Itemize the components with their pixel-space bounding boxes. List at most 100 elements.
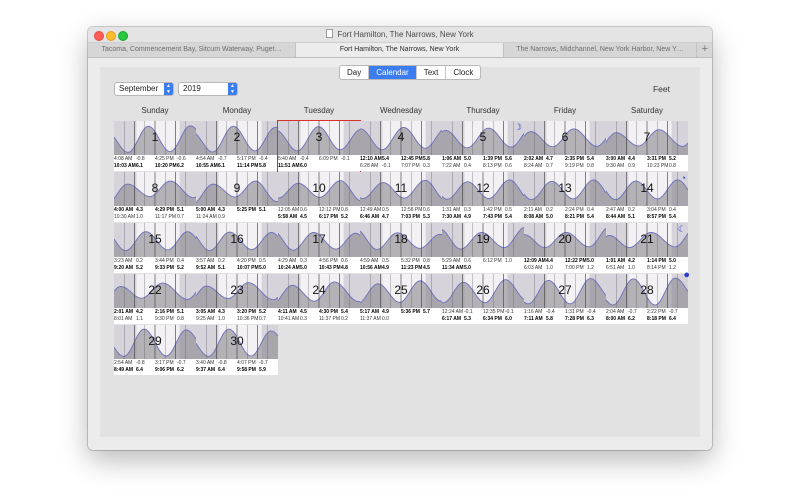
tide-height: 0.4 — [669, 207, 676, 213]
tide-height: 4.9 — [464, 214, 471, 220]
day-cell-14[interactable]: 14 ◔ 2:47 AM 0.2 3:04 PM 0.4 8:44 AM 5.1 8:57 PM… — [606, 172, 688, 222]
day-cell-27[interactable]: 27 1:16 AM -0.4 1:31 PM -0.4 7:11 AM 5.8 7:28 P… — [524, 274, 606, 324]
view-day-button[interactable]: Day — [340, 66, 370, 79]
tab-fort-hamilton[interactable]: Fort Hamilton, The Narrows, New York — [296, 43, 504, 57]
document-icon — [326, 29, 334, 38]
tide-height: -0.7 — [669, 309, 678, 315]
tide-time: 3:00 AM — [606, 156, 625, 162]
tide-height: 4.5 — [300, 214, 307, 220]
day-cell-24[interactable]: 24 4:11 AM 4.5 4:30 PM 5.4 10:41 AM 0.3 11:37 P… — [278, 274, 360, 324]
tide-time: 10:36 PM — [237, 316, 259, 322]
tide-time: 3:17 PM — [155, 360, 174, 366]
tide-time: 9:25 AM — [196, 316, 215, 322]
tide-table: 4:00 AM 4.3 4:29 PM 5.1 10:30 AM 1.0 11:17 PM 0… — [114, 207, 196, 221]
day-cell-12[interactable]: 12 1:31 AM 0.3 1:42 PM 0.5 7:30 AM 4.9 7:43 PM 5… — [442, 172, 524, 222]
day-cell-6[interactable]: 6 2:02 AM 4.7 2:35 PM 5.4 8:24 AM 0.7 9:19 PM 0.… — [524, 121, 606, 171]
tide-height: 6.0 — [300, 163, 307, 169]
day-cell-8[interactable]: 8 4:00 AM 4.3 4:29 PM 5.1 10:30 AM 1.0 11:17 PM… — [114, 172, 196, 222]
low-tide-row: 6:28 AM -0.1 7:07 PM 0.3 — [360, 163, 442, 170]
day-cell-11[interactable]: 11 12:49 AM 0.5 12:58 PM 0.6 6:46 AM 4.7 7:03 P… — [360, 172, 442, 222]
tide-height: 0.2 — [628, 207, 635, 213]
day-cell-25[interactable]: 25 5:17 AM 4.9 5:36 PM 5.7 11:37 AM 0.0 — [360, 274, 442, 324]
tide-time: 4:29 PM — [155, 207, 174, 213]
day-cell-28[interactable]: 28 ● 2:04 AM -0.7 2:22 PM -0.7 8:00 AM 6.2 8:18 … — [606, 269, 690, 324]
day-cell-9[interactable]: 9 5:00 AM 4.3 5:25 PM 5.1 11:24 AM 0.9 — [196, 172, 278, 222]
day-cell-2[interactable]: 2 4:54 AM -0.7 5:17 PM -0.4 10:55 AM 6.1 11:14 … — [196, 121, 278, 171]
day-cell-20[interactable]: 20 12:09 AM 4.4 12:22 PM 5.0 6:03 AM 1.0 7:00 P… — [524, 223, 606, 273]
day-cell-26[interactable]: 26 12:24 AM -0.1 12:35 PM -0.1 6:17 AM 5.3 6:34… — [442, 274, 524, 324]
day-cell-19[interactable]: 19 5:29 AM 0.6 6:12 PM 1.0 11:34 AM 5.0 — [442, 223, 524, 273]
day-cell-22[interactable]: 22 2:01 AM 4.2 2:16 PM 5.1 8:01 AM 1.1 9:30 PM 0… — [114, 274, 196, 324]
day-cell-16[interactable]: 16 3:57 AM 0.2 4:20 PM 0.5 9:52 AM 5.1 10:07 PM… — [196, 223, 278, 273]
tide-height: 0.8 — [669, 163, 676, 169]
day-cell-17[interactable]: 17 4:29 AM 0.3 4:56 PM 0.6 10:24 AM 5.0 10:43 P… — [278, 223, 360, 273]
low-tide-row: 8:24 AM 0.7 9:19 PM 0.8 — [524, 163, 606, 170]
tide-time — [483, 265, 505, 272]
tide-height: 5.1 — [177, 309, 184, 315]
tide-time: 3:04 PM — [647, 207, 666, 213]
tide-table: 2:54 AM -0.8 3:17 PM -0.7 8:49 AM 6.4 9:06 PM 6… — [114, 360, 196, 374]
day-cell-4[interactable]: 4 12:10 AM 5.4 12:45 PM 5.8 6:28 AM -0.1 7:07 P… — [360, 121, 442, 171]
tide-height: 6.4 — [218, 367, 225, 373]
low-tide-row: 4:54 AM -0.7 5:17 PM -0.4 — [196, 156, 278, 163]
tide-time: 8:57 PM — [647, 214, 666, 220]
tide-time: 5:36 PM — [401, 309, 420, 315]
tab-the-narrows[interactable]: The Narrows, Midchannel, New York Harbor… — [504, 43, 697, 57]
day-cell-18[interactable]: 18 4:59 AM 0.5 5:32 PM 0.8 10:56 AM 4.9 11:23 P… — [360, 223, 442, 273]
tide-height: 0.7 — [259, 316, 266, 322]
tide-time: 4:29 AM — [278, 258, 297, 264]
tide-height: -0.4 — [300, 156, 309, 162]
day-cell-5[interactable]: 5 ☽ 1:06 AM 5.0 1:39 PM 5.6 7:22 AM 0.4 8:13 PM 0… — [442, 121, 524, 171]
year-select[interactable]: 2019 ▲ ▼ — [178, 82, 238, 96]
tide-time: 8:21 PM — [565, 214, 584, 220]
day-cell-21[interactable]: 21 ☾ 1:01 AM 4.2 1:14 PM 5.0 6:51 AM 1.0 8:14 PM… — [606, 223, 688, 273]
moon-phase-icon: ◔ — [680, 173, 686, 183]
day-number: 6 — [561, 130, 569, 144]
tide-time: 1:14 PM — [647, 258, 666, 264]
view-mode-control: Day Calendar Text Clock — [339, 65, 482, 80]
high-tide-row: 2:02 AM 4.7 2:35 PM 5.4 — [524, 156, 606, 163]
tide-time: 1:16 AM — [524, 309, 543, 315]
tide-height: 6.1 — [218, 163, 225, 169]
tide-time: 11:34 AM — [442, 265, 464, 271]
day-number: 10 — [312, 181, 326, 195]
high-tide-row: 4:11 AM 4.5 4:30 PM 5.4 — [278, 309, 360, 316]
low-tide-row: 2:04 AM -0.7 2:22 PM -0.7 — [606, 309, 688, 316]
day-cell-3[interactable]: 3 5:40 AM -0.4 6:09 PM -0.1 11:51 AM 6.0 — [278, 121, 360, 171]
tide-time: 9:30 AM — [606, 163, 625, 169]
tide-time: 9:06 PM — [155, 367, 174, 373]
tide-table: 4:59 AM 0.5 5:32 PM 0.8 10:56 AM 4.9 11:23 PM 4… — [360, 258, 442, 272]
day-cell-15[interactable]: 15 3:23 AM 0.2 3:44 PM 0.4 9:20 AM 5.2 9:33 PM 5… — [114, 223, 196, 273]
weekday-monday: Monday — [222, 106, 252, 115]
day-cell-10[interactable]: 10 12:05 AM 0.6 12:12 PM 0.8 5:58 AM 4.5 6:17 P… — [278, 172, 360, 222]
tide-time: 4:56 PM — [319, 258, 338, 264]
tide-table: 3:23 AM 0.2 3:44 PM 0.4 9:20 AM 5.2 9:33 PM 5.2 — [114, 258, 196, 272]
day-number: 11 — [394, 181, 408, 195]
month-select[interactable]: September ▲ ▼ — [114, 82, 174, 96]
tab-tacoma[interactable]: Tacoma, Commencement Bay, Sitcum Waterwa… — [88, 43, 296, 57]
day-cell-7[interactable]: 7 3:00 AM 4.4 3:31 PM 5.2 9:30 AM 0.9 10:23 PM 0… — [606, 121, 688, 171]
view-text-button[interactable]: Text — [417, 66, 447, 79]
weekday-sunday: Sunday — [141, 106, 169, 115]
day-cell-29[interactable]: 29 2:54 AM -0.8 3:17 PM -0.7 8:49 AM 6.4 9:06 P… — [114, 325, 196, 375]
tide-height: 0.2 — [546, 207, 553, 213]
view-calendar-button[interactable]: Calendar — [369, 66, 417, 79]
tide-time: 6:12 PM — [483, 258, 502, 264]
tide-height: -0.6 — [177, 156, 186, 162]
window-title: Fort Hamilton, The Narrows, New York — [88, 29, 712, 39]
tide-time: 5:25 PM — [237, 207, 256, 213]
high-tide-row: 10:55 AM 6.1 11:14 PM 5.8 — [196, 163, 278, 170]
moon-phase-icon: ● — [683, 269, 690, 281]
tide-time: 4:30 PM — [319, 309, 338, 315]
day-cell-1[interactable]: 1 4:08 AM -0.8 4:25 PM -0.6 10:03 AM 6.1 10:20 … — [114, 121, 196, 171]
stepper-arrows-icon: ▲ ▼ — [164, 83, 173, 95]
tide-table: 5:29 AM 0.6 6:12 PM 1.0 11:34 AM 5.0 — [442, 258, 524, 272]
add-tab-button[interactable]: + — [702, 43, 708, 57]
day-cell-23[interactable]: 23 3:05 AM 4.3 3:20 PM 5.2 9:25 AM 1.0 10:36 PM… — [196, 274, 278, 324]
tide-table: 2:01 AM 4.2 2:16 PM 5.1 8:01 AM 1.1 9:30 PM 0.8 — [114, 309, 196, 323]
day-cell-30[interactable]: 30 3:40 AM -0.8 4:07 PM -0.7 9:37 AM 6.4 9:58 P… — [196, 325, 278, 375]
day-cell-13[interactable]: 13 2:11 AM 0.2 2:24 PM 0.4 8:08 AM 5.0 8:21 PM 5… — [524, 172, 606, 222]
tide-time: 12:35 PM — [483, 309, 505, 315]
view-clock-button[interactable]: Clock — [446, 66, 480, 79]
tide-height: 4.7 — [382, 214, 389, 220]
